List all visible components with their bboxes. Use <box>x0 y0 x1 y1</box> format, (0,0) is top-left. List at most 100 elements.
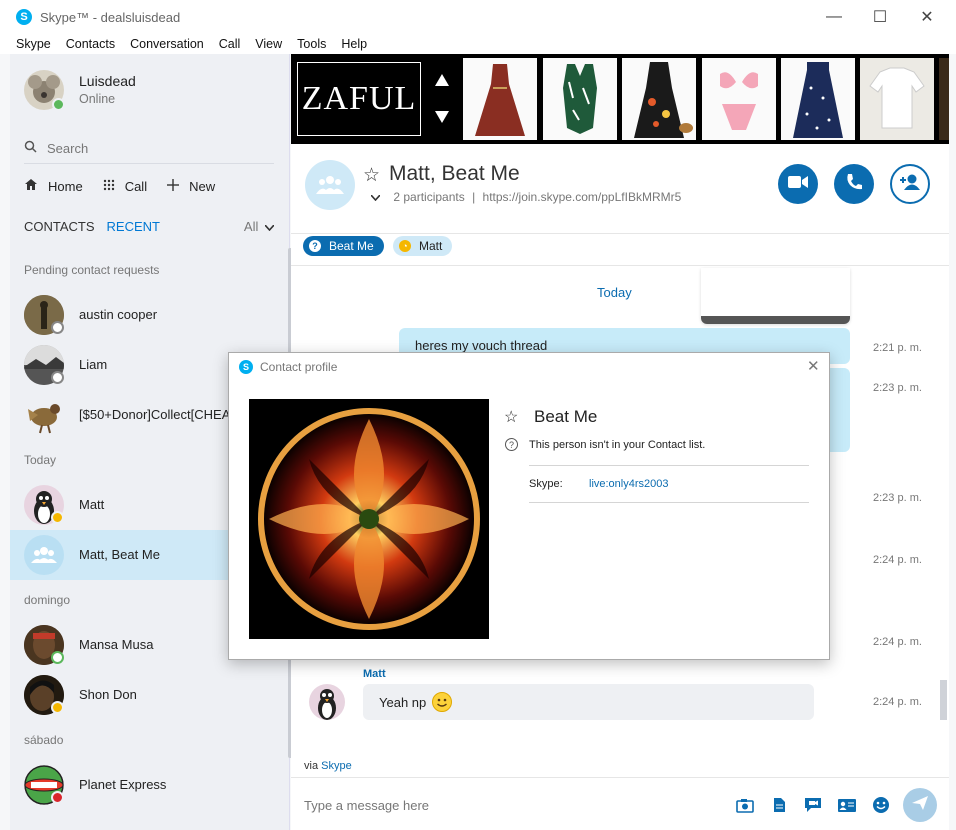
ad-product-bikini-icon[interactable] <box>702 58 776 140</box>
arrow-down-icon <box>435 110 449 126</box>
contact-tabs: CONTACTS RECENT All <box>24 216 275 236</box>
expand-chevron-icon[interactable] <box>370 190 381 204</box>
ad-product-skirt-icon[interactable] <box>781 58 855 140</box>
contact-name: Planet Express <box>79 777 167 792</box>
skype-id-label: Skype: <box>529 478 563 490</box>
join-link[interactable]: https://join.skype.com/ppLfIBkMRMr5 <box>483 190 682 204</box>
pill-label: Beat Me <box>329 239 374 253</box>
ad-banner[interactable]: ZAFUL <box>291 54 949 144</box>
ad-product-partial-icon <box>939 58 949 140</box>
new-label: New <box>189 178 216 194</box>
profile-name: Beat Me <box>534 407 598 426</box>
contact-shon-don[interactable]: Shon Don <box>10 670 278 720</box>
smile-emoji-icon <box>432 692 453 712</box>
message-input[interactable]: Type a message here <box>304 798 429 813</box>
video-call-button[interactable] <box>778 164 818 204</box>
pill-matt[interactable]: ◔ Matt <box>393 236 453 256</box>
conversation-header: ☆ Matt, Beat Me 2 participants | https:/… <box>291 144 949 234</box>
home-label: Home <box>48 178 83 194</box>
arrow-up-icon <box>435 73 449 89</box>
favorite-star-icon[interactable]: ☆ <box>504 407 518 427</box>
date-separator: Today <box>597 285 632 300</box>
contact-name: Mansa Musa <box>79 637 154 652</box>
pill-beat-me[interactable]: ? Beat Me <box>303 236 384 256</box>
contact-planet-express[interactable]: Planet Express <box>10 760 278 810</box>
contact-austin-cooper[interactable]: austin cooper <box>10 290 278 340</box>
menu-skype[interactable]: Skype <box>16 37 51 51</box>
profile-name: Luisdead <box>79 73 136 89</box>
conversation-scrollbar[interactable] <box>940 680 947 720</box>
pending-status-icon <box>51 321 64 334</box>
menu-view[interactable]: View <box>255 37 282 51</box>
audio-call-button[interactable] <box>834 164 874 204</box>
participant-pills: ? Beat Me ◔ Matt <box>291 234 949 266</box>
section-sabado: sábado <box>24 733 64 747</box>
via-prefix: via <box>304 760 319 772</box>
send-contact-icon[interactable] <box>836 796 858 814</box>
message-time: 2:24 p. m. <box>873 636 922 648</box>
favorite-star-icon[interactable]: ☆ <box>363 164 380 187</box>
ad-arrows[interactable] <box>431 62 453 136</box>
sender-avatar[interactable] <box>309 684 345 720</box>
add-participant-button[interactable] <box>890 164 930 204</box>
search-label: Search <box>47 141 89 156</box>
section-domingo: domingo <box>24 593 71 607</box>
contact-name: Matt <box>79 497 105 512</box>
tab-contacts[interactable]: CONTACTS <box>24 219 95 234</box>
add-person-icon <box>899 173 921 196</box>
my-profile[interactable]: Luisdead Online <box>24 70 284 118</box>
dialog-close-icon[interactable]: ✕ <box>807 357 820 375</box>
filter-label: All <box>243 218 259 234</box>
menu-bar: Skype Contacts Conversation Call View To… <box>0 34 956 54</box>
tab-recent[interactable]: RECENT <box>107 219 160 234</box>
skype-id-value[interactable]: live:only4rs2003 <box>589 478 669 490</box>
participants-count[interactable]: 2 participants <box>393 190 464 204</box>
emoticon-icon[interactable] <box>870 796 892 814</box>
away-status-icon <box>51 701 64 714</box>
call-button[interactable]: Call <box>103 178 147 194</box>
dialog-title: Contact profile <box>260 360 338 374</box>
message-time: 2:24 p. m. <box>873 554 922 566</box>
close-button[interactable]: ✕ <box>905 6 949 28</box>
menu-contacts[interactable]: Contacts <box>66 37 115 51</box>
maximize-button[interactable]: ☐ <box>858 6 902 28</box>
section-pending: Pending contact requests <box>24 263 160 277</box>
send-file-icon[interactable] <box>768 796 790 814</box>
minimize-button[interactable]: — <box>812 6 856 28</box>
search-box[interactable]: Search <box>24 134 274 164</box>
divider <box>529 502 809 503</box>
link-preview-card[interactable] <box>701 268 850 324</box>
menu-call[interactable]: Call <box>219 37 241 51</box>
filter-dropdown[interactable]: All <box>243 218 275 234</box>
ad-product-top-icon[interactable] <box>860 58 934 140</box>
home-button[interactable]: Home <box>24 178 83 194</box>
send-plane-icon <box>911 795 929 816</box>
ad-product-swimsuit-icon[interactable] <box>543 58 617 140</box>
ad-product-floral-dress-icon[interactable] <box>622 58 696 140</box>
profile-picture <box>249 399 489 639</box>
new-button[interactable]: New <box>167 178 215 194</box>
message-incoming[interactable]: Yeah np <box>363 684 814 720</box>
conversation-title: Matt, Beat Me <box>389 162 520 185</box>
send-image-icon[interactable] <box>734 796 756 814</box>
send-button[interactable] <box>903 788 937 822</box>
sender-name: Matt <box>363 668 386 680</box>
contact-name: Matt, Beat Me <box>79 547 160 562</box>
busy-status-icon <box>51 791 64 804</box>
menu-help[interactable]: Help <box>341 37 367 51</box>
search-icon <box>24 140 37 158</box>
group-avatar-icon <box>305 160 355 210</box>
group-avatar-icon <box>24 535 64 575</box>
phone-icon <box>845 173 863 196</box>
menu-tools[interactable]: Tools <box>297 37 326 51</box>
message-text: heres my vouch thread <box>415 338 548 353</box>
skype-logo-icon: S <box>16 9 32 25</box>
ad-product-dress-icon[interactable] <box>463 58 537 140</box>
contact-name: Shon Don <box>79 687 137 702</box>
message-time: 2:23 p. m. <box>873 492 922 504</box>
menu-conversation[interactable]: Conversation <box>130 37 204 51</box>
video-message-icon[interactable] <box>802 796 824 814</box>
not-in-contacts-note: This person isn't in your Contact list. <box>529 439 706 451</box>
video-camera-icon <box>788 175 808 194</box>
via-skype-link[interactable]: Skype <box>321 760 352 772</box>
